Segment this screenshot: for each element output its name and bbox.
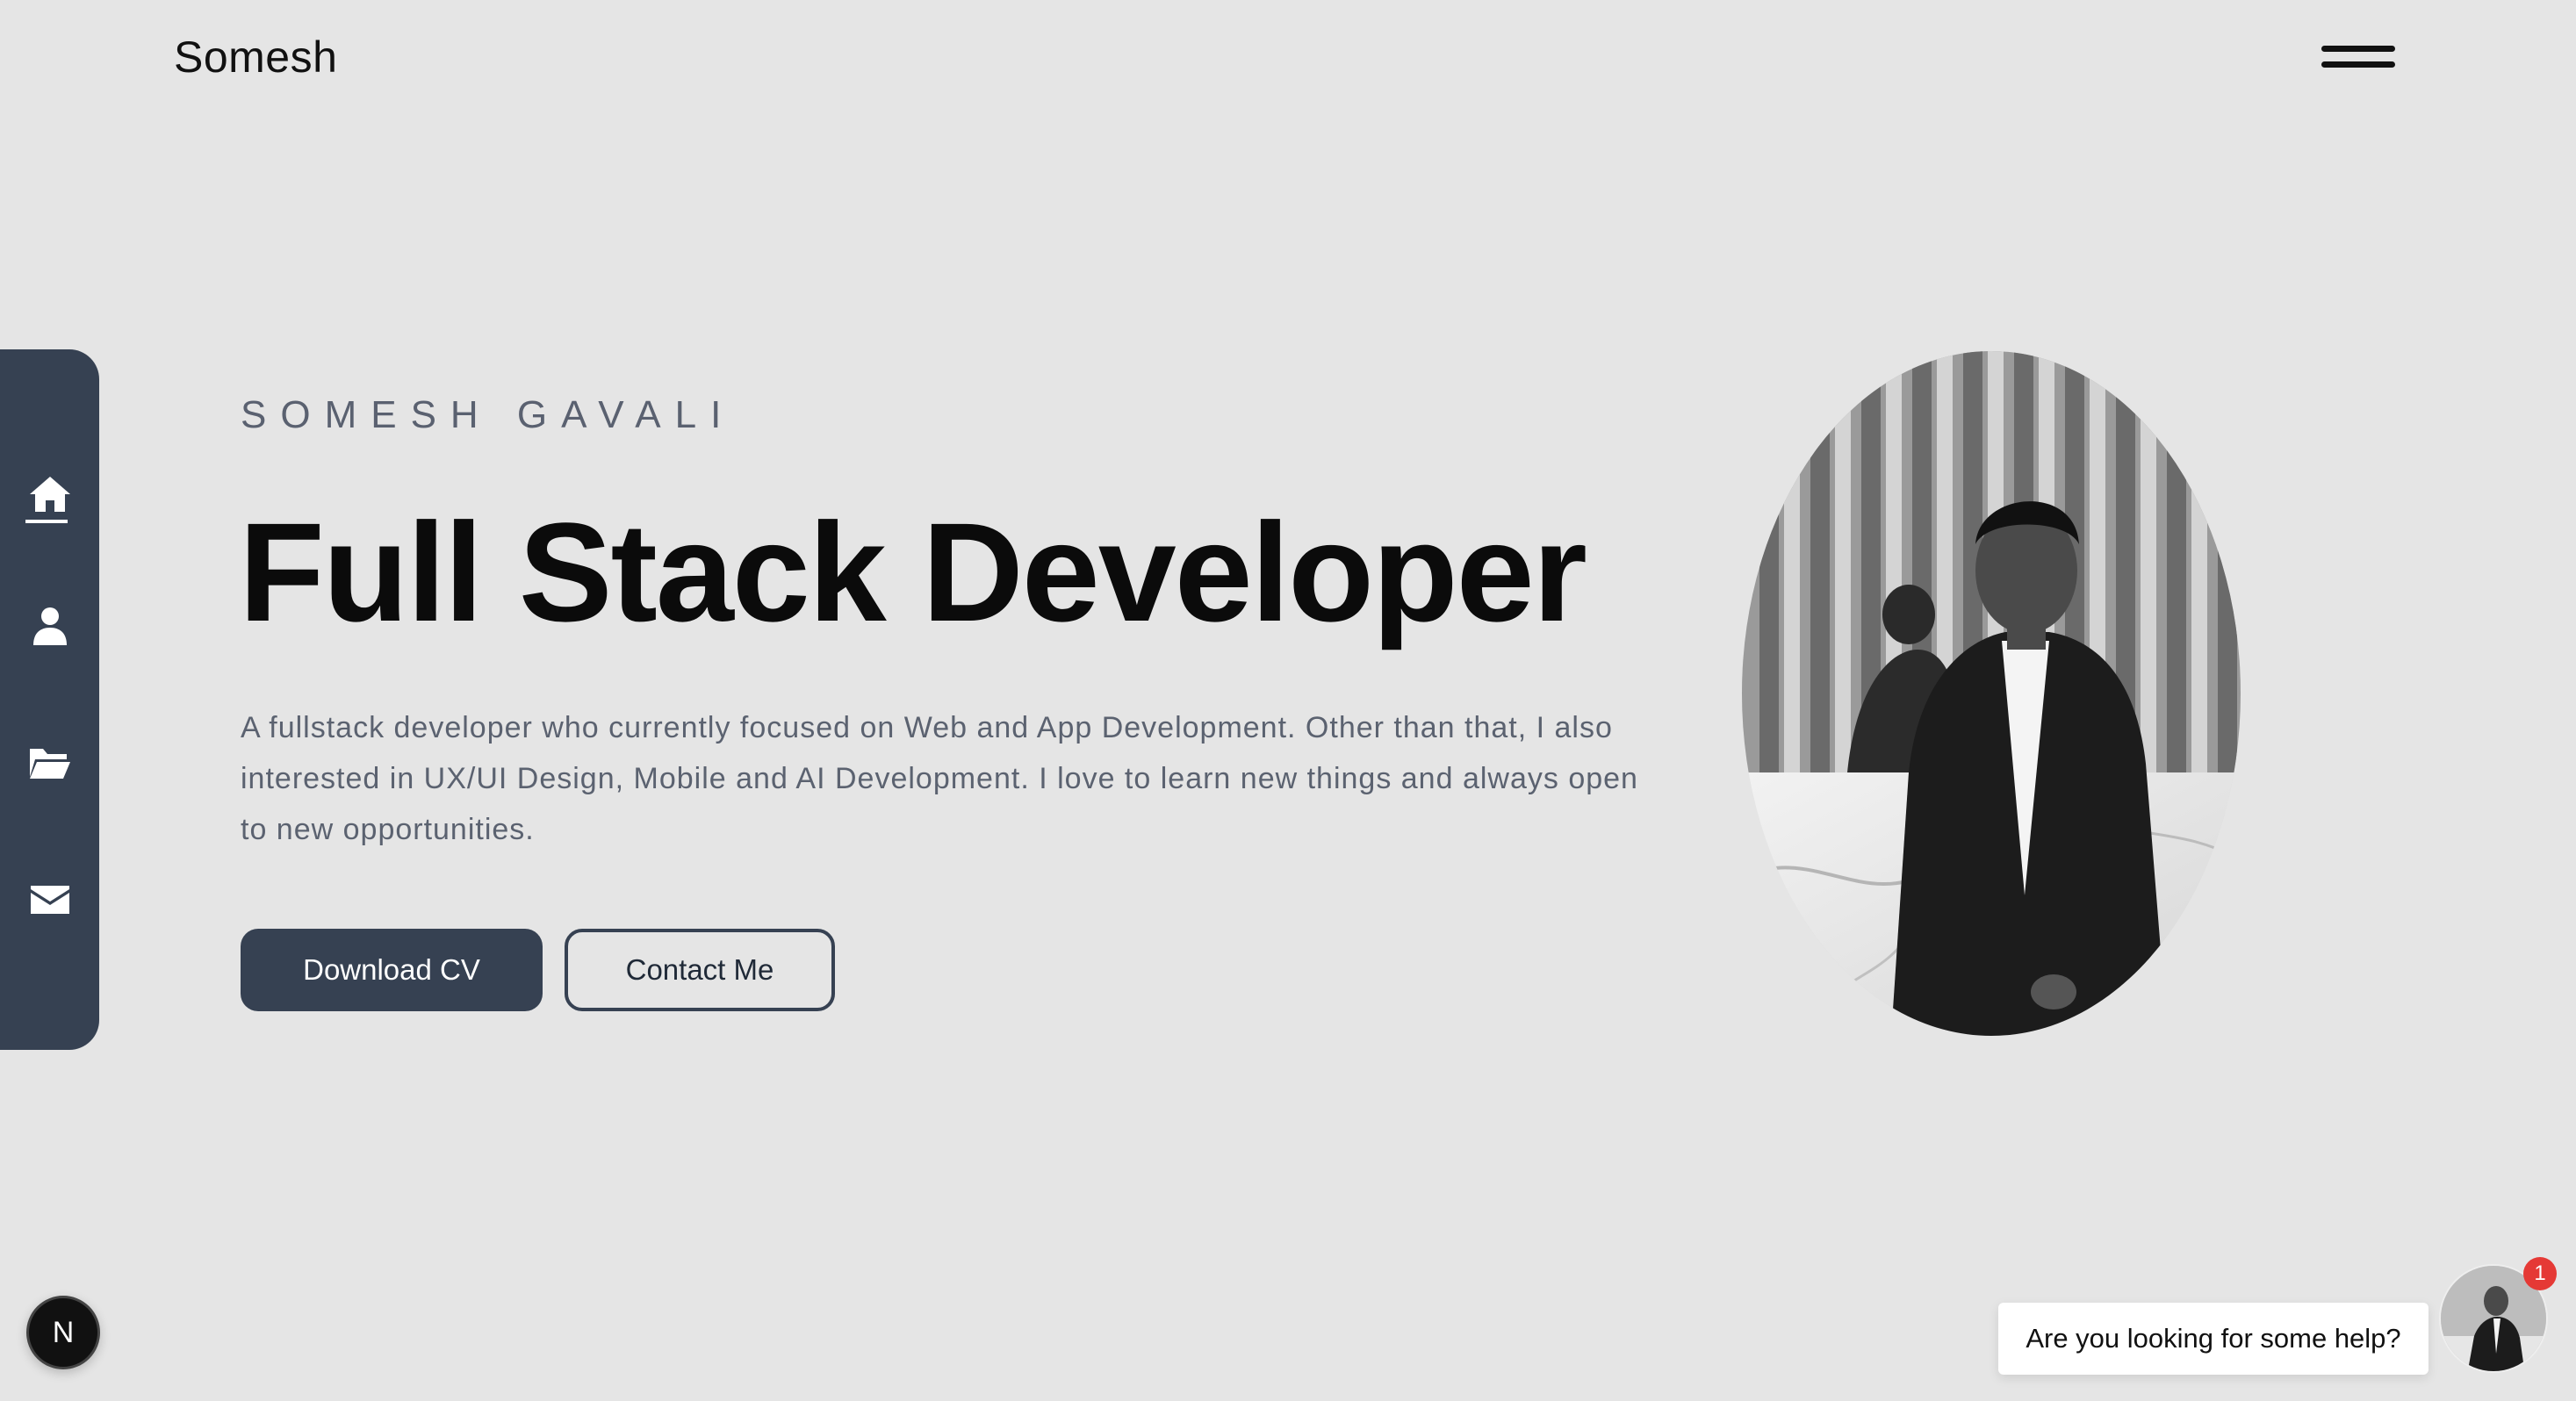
folder-open-icon: [29, 749, 70, 779]
sidebar-nav: [0, 349, 99, 1050]
profile-photo-illustration: [1742, 351, 2241, 1036]
sidebar-item-home[interactable]: [0, 446, 99, 542]
n-badge-button[interactable]: N: [26, 1296, 100, 1369]
help-chat-bubble[interactable]: Are you looking for some help?: [1998, 1303, 2428, 1375]
profile-photo: [1742, 351, 2241, 1036]
menu-line: [2321, 46, 2395, 52]
sidebar-item-about[interactable]: [0, 578, 99, 674]
hero-intro: A fullstack developer who currently focu…: [241, 711, 1638, 846]
sidebar-item-projects[interactable]: [0, 715, 99, 811]
home-icon: [29, 477, 70, 512]
user-icon: [32, 607, 67, 645]
sidebar-item-contact[interactable]: [0, 851, 99, 948]
contact-me-button[interactable]: Contact Me: [565, 929, 835, 1011]
active-indicator: [25, 520, 68, 523]
hero-eyebrow: SOMESH GAVALI: [241, 393, 736, 436]
site-logo[interactable]: Somesh: [174, 32, 337, 83]
download-cv-button[interactable]: Download CV: [241, 929, 543, 1011]
notification-count-badge: 1: [2523, 1257, 2557, 1290]
envelope-icon: [30, 886, 69, 914]
hero-headline: Full Stack Developer: [239, 493, 1587, 650]
hamburger-menu-icon[interactable]: [2318, 40, 2397, 75]
menu-line: [2321, 61, 2395, 68]
page: Somesh SOMESH GAVALI Full Stack Develope…: [0, 0, 2576, 1401]
